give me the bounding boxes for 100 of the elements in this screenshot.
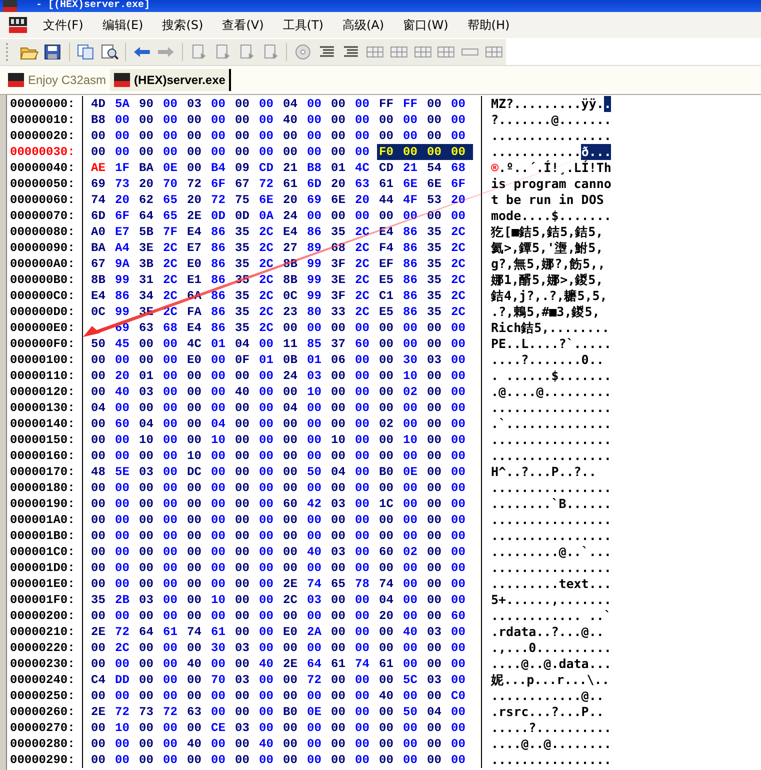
hex-byte: 74 (306, 576, 322, 592)
hex-byte: E1 (186, 272, 202, 288)
hex-byte: 00 (282, 128, 298, 144)
hex-byte: 2C (450, 272, 466, 288)
hex-byte: 00 (258, 560, 274, 576)
hex-byte: 35 (234, 320, 250, 336)
hex-byte: 00 (234, 560, 250, 576)
hex-byte: 10 (306, 384, 322, 400)
hex-byte: 00 (258, 416, 274, 432)
hex-byte: 00 (450, 384, 466, 400)
app-logo-icon (114, 72, 130, 88)
hex-byte: 00 (186, 480, 202, 496)
hex-byte: 00 (210, 544, 226, 560)
hex-byte: 00 (258, 480, 274, 496)
hex-byte: 00 (306, 432, 322, 448)
hex-byte: 00 (162, 608, 178, 624)
hex-byte: 00 (330, 448, 346, 464)
hex-byte: 03 (306, 592, 322, 608)
hex-byte: 40 (186, 656, 202, 672)
hex-byte: 00 (258, 592, 274, 608)
hex-byte: 73 (114, 176, 130, 192)
hex-byte: 44 (378, 192, 394, 208)
menu-item[interactable]: 窗口(W) (396, 14, 456, 36)
hex-byte: 00 (426, 496, 442, 512)
hex-byte: 00 (210, 528, 226, 544)
offset-label: 000000B0: (7, 272, 83, 288)
hex-byte: EF (378, 256, 394, 272)
ascii-text: .?,鶇5,#■3,鍐5, (491, 304, 600, 320)
hex-byte: CD (378, 160, 394, 176)
hex-byte: 00 (186, 720, 202, 736)
hex-byte: 00 (90, 720, 106, 736)
hex-byte: 00 (378, 352, 394, 368)
hex-byte: 69 (306, 192, 322, 208)
hex-byte: BA (90, 240, 106, 256)
find-icon[interactable] (100, 43, 120, 61)
hex-byte: 90 (138, 96, 154, 112)
menu-item[interactable]: 文件(F) (36, 14, 90, 36)
hex-byte: 00 (450, 624, 466, 640)
hex-byte: 99 (114, 304, 130, 320)
hex-byte: 00 (162, 576, 178, 592)
hex-byte: 86 (306, 224, 322, 240)
hex-byte: 00 (162, 752, 178, 768)
hex-byte: 60 (354, 336, 370, 352)
menu-item[interactable]: 编辑(E) (95, 14, 150, 36)
hex-byte: 00 (354, 416, 370, 432)
hex-byte: 00 (138, 128, 154, 144)
hex-byte: 00 (402, 576, 418, 592)
tab[interactable]: Enjoy C32asm (4, 69, 110, 91)
ascii-text: ð... (581, 144, 612, 160)
hex-byte: 00 (258, 400, 274, 416)
hex-byte: 6D (306, 176, 322, 192)
hex-byte: 00 (186, 592, 202, 608)
hex-byte: 72 (114, 704, 130, 720)
offset-label: 00000170: (7, 464, 83, 480)
hex-byte: E7 (114, 224, 130, 240)
hex-byte: FF (402, 96, 418, 112)
ascii-text: .rdata..?...@.. (491, 624, 604, 640)
hex-byte: CE (210, 720, 226, 736)
copy-icon[interactable] (76, 43, 96, 61)
hex-byte: 00 (402, 480, 418, 496)
hex-byte: E4 (186, 224, 202, 240)
hex-byte: 00 (450, 128, 466, 144)
hex-byte: 00 (354, 320, 370, 336)
hex-byte: 00 (378, 720, 394, 736)
save-icon[interactable] (42, 43, 63, 61)
hex-byte: 00 (426, 208, 442, 224)
hex-byte: 00 (114, 512, 130, 528)
hex-byte: 00 (162, 400, 178, 416)
menu-item[interactable]: 高级(A) (335, 14, 392, 36)
hex-byte: 00 (354, 96, 370, 112)
menu-item[interactable]: 帮助(H) (460, 14, 517, 36)
hex-byte: 7F (162, 224, 178, 240)
hex-byte: 00 (258, 544, 274, 560)
menu-item[interactable]: 工具(T) (276, 14, 330, 36)
menu-item[interactable]: 查看(V) (215, 14, 271, 36)
tab[interactable]: (HEX)server.exe (110, 69, 232, 91)
menu-item[interactable]: 搜索(S) (155, 14, 210, 36)
ascii-text: mode....$....... (491, 208, 612, 224)
hex-byte: 00 (330, 720, 346, 736)
hex-byte: 00 (426, 112, 442, 128)
hex-byte: 62 (138, 192, 154, 208)
hex-byte: 60 (450, 608, 466, 624)
offset-label: 00000020: (7, 128, 83, 144)
hex-byte: 03 (138, 384, 154, 400)
hex-byte: 4C (354, 160, 370, 176)
hex-byte: 03 (138, 464, 154, 480)
hex-byte: 00 (138, 656, 154, 672)
hex-byte: 45 (114, 336, 130, 352)
hex-byte: 00 (402, 208, 418, 224)
hex-byte: 63 (354, 176, 370, 192)
hex-byte: 33 (330, 304, 346, 320)
hex-byte: 00 (450, 720, 466, 736)
app-logo-icon (2, 0, 18, 12)
ascii-text: .`.............. (491, 416, 612, 432)
hex-byte: 00 (402, 720, 418, 736)
hex-byte: 00 (258, 96, 274, 112)
hex-byte: 00 (354, 208, 370, 224)
hex-byte: 86 (210, 272, 226, 288)
hex-byte: 00 (426, 128, 442, 144)
app-logo-icon (8, 16, 28, 34)
